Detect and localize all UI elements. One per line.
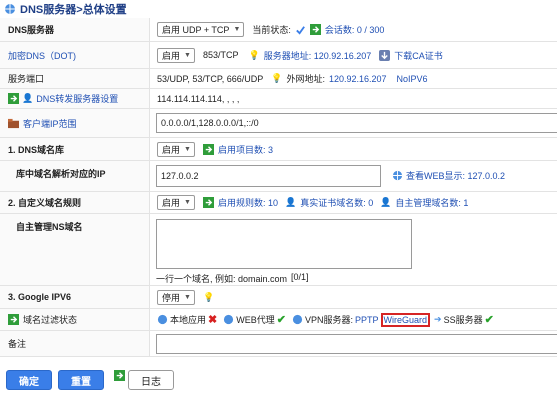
status-label: 当前状态: [252, 25, 291, 35]
check-icon: ✔ [484, 314, 494, 326]
service-port-label: 服务端口 [0, 69, 150, 88]
folder-icon [8, 118, 19, 128]
row-domain-lib: 1. DNS域名库 启用 ▼ 启用项目数: 3 [0, 138, 557, 161]
ss-server-label: SS服务器 [443, 315, 483, 325]
status-ok-icon [296, 26, 305, 35]
dns-server-select-value: 启用 UDP + TCP [162, 25, 230, 35]
self-managed-count-link[interactable]: 自主管理域名数: 1 [395, 196, 468, 209]
arrow-box-icon [8, 314, 19, 325]
download-icon [379, 49, 391, 61]
cross-icon: ✖ [208, 314, 218, 326]
wireguard-link[interactable]: WireGuard [380, 312, 431, 327]
vpn-label: VPN服务器: [304, 315, 353, 325]
custom-rules-select[interactable]: 启用 ▼ [157, 195, 195, 210]
client-ip-input[interactable]: 0.0.0.0/1,128.0.0.0/1,::/0 [156, 113, 557, 133]
external-addr-value: 120.92.16.207 [328, 73, 387, 84]
self-ns-hint: 一行一个域名, 例如: domain.com [156, 274, 288, 284]
local-app-label: 本地应用 [170, 315, 207, 325]
chevron-down-icon: ▼ [184, 51, 191, 59]
row-remark: 备注 [0, 331, 557, 357]
globe-icon [5, 4, 15, 14]
custom-rules-select-value: 启用 [162, 198, 181, 208]
domain-lib-select[interactable]: 启用 ▼ [157, 141, 195, 157]
download-ca-link[interactable]: 下载CA证书 [394, 49, 443, 62]
row-service-port: 服务端口 53/UDP, 53/TCP, 666/UDP 💡 外网地址: 120… [0, 69, 557, 89]
globe-icon [157, 314, 168, 325]
log-button[interactable]: 日志 [128, 370, 174, 390]
row-filter-status: 域名过滤状态 本地应用 ✖ WEB代理 ✔ VPN服务器: PPTP WireG… [0, 309, 557, 331]
arrow-box-icon [202, 197, 214, 208]
domain-lib-label: 1. DNS域名库 [0, 138, 150, 160]
dns-server-label: DNS服务器 [0, 18, 150, 41]
globe-icon [392, 170, 403, 181]
row-forward-servers: 👤 DNS转发服务器设置 114.114.114.114, , , , [0, 89, 557, 109]
resolve-ip-input-value: 127.0.0.2 [161, 171, 199, 181]
reset-button[interactable]: 重置 [58, 370, 104, 390]
no-ipv6-link[interactable]: NoIPV6 [397, 74, 428, 84]
page-title-text: DNS服务器>总体设置 [20, 4, 127, 16]
lightbulb-icon: 💡 [202, 291, 215, 302]
domain-lib-select-value: 启用 [162, 144, 181, 155]
rules-count-link[interactable]: 启用规则数: 10 [218, 196, 278, 209]
encrypted-dns-label[interactable]: 加密DNS（DOT) [0, 42, 150, 68]
external-addr-label: 外网地址: [286, 74, 325, 84]
real-cert-link[interactable]: 真实证书域名数: 0 [300, 196, 373, 209]
encrypted-dns-select-value: 启用 [162, 50, 181, 61]
chevron-down-icon: ▼ [184, 199, 191, 206]
row-resolve-ip: 库中域名解析对应的IP 127.0.0.2 查看WEB显示: 127.0.0.2 [0, 161, 557, 192]
lightbulb-icon: 💡 [271, 73, 283, 83]
ok-button[interactable]: 确定 [6, 370, 52, 390]
remark-input[interactable] [156, 334, 557, 354]
person-icon: 👤 [380, 197, 392, 207]
resolve-ip-label: 库中域名解析对应的IP [0, 161, 150, 191]
custom-rules-label: 2. 自定义域名规则 [0, 192, 150, 213]
dot-port: 853/TCP [202, 50, 239, 60]
arrow-box-icon [202, 143, 214, 155]
row-self-ns: 自主管理NS域名 一行一个域名, 例如: domain.com [0/1] [0, 214, 557, 286]
row-google-ipv6: 3. Google IPV6 停用 ▼ 💡 [0, 286, 557, 309]
self-ns-label: 自主管理NS域名 [0, 214, 150, 285]
self-ns-textarea[interactable] [156, 219, 412, 269]
filter-status-label: 域名过滤状态 [23, 315, 78, 325]
web-display-link[interactable]: 查看WEB显示: 127.0.0.2 [406, 169, 505, 182]
sessions-link[interactable]: 会话数: 0 / 300 [325, 23, 385, 36]
google-ipv6-select-value: 停用 [162, 292, 181, 303]
google-ipv6-select[interactable]: 停用 ▼ [157, 289, 195, 305]
server-address: 服务器地址: 120.92.16.207 [263, 50, 372, 61]
remark-label: 备注 [0, 331, 150, 356]
row-custom-rules: 2. 自定义域名规则 启用 ▼ 启用规则数: 10 👤 真实证书域名数: 0 👤 … [0, 192, 557, 214]
ports-value: 53/UDP, 53/TCP, 666/UDP [157, 73, 264, 84]
forward-servers-link[interactable]: DNS转发服务器设置 [36, 92, 118, 105]
arrow-box-icon [309, 24, 321, 35]
encrypted-dns-select[interactable]: 启用 ▼ [157, 47, 195, 63]
forward-servers-value: 114.114.114.114, , , , [157, 93, 240, 104]
dns-server-select[interactable]: 启用 UDP + TCP ▼ [157, 22, 245, 37]
pptp-link[interactable]: PPTP [355, 315, 379, 325]
arrow-box-icon [114, 370, 125, 381]
row-client-ip: 客户端IP范围 0.0.0.0/1,128.0.0.0/1,::/0 [0, 109, 557, 138]
row-encrypted-dns: 加密DNS（DOT) 启用 ▼ 853/TCP 💡 服务器地址: 120.92.1… [0, 42, 557, 69]
chevron-down-icon: ▼ [233, 26, 241, 33]
resolve-ip-input[interactable]: 127.0.0.2 [156, 165, 381, 187]
arrow-box-icon [8, 93, 19, 104]
self-ns-counter: [0/1] [291, 272, 309, 282]
lightbulb-icon: 💡 [248, 49, 260, 60]
person-icon: 👤 [284, 197, 297, 207]
client-ip-link[interactable]: 客户端IP范围 [23, 117, 77, 130]
check-icon: ✔ [276, 314, 286, 326]
enabled-items-link[interactable]: 启用项目数: 3 [218, 143, 273, 156]
globe-icon [292, 314, 303, 325]
page-title: DNS服务器>总体设置 [0, 0, 557, 18]
chevron-down-icon: ▼ [184, 293, 191, 301]
google-ipv6-label: 3. Google IPV6 [0, 286, 150, 308]
arrow-icon: ➔ [434, 314, 442, 324]
globe-icon [224, 314, 234, 325]
chevron-down-icon: ▼ [184, 145, 191, 153]
row-dns-server: DNS服务器 启用 UDP + TCP ▼ 当前状态: 会话数: 0 / 300 [0, 18, 557, 42]
client-ip-input-value: 0.0.0.0/1,128.0.0.0/1,::/0 [161, 118, 259, 128]
person-icon: 👤 [22, 93, 34, 103]
web-proxy-label: WEB代理 [236, 315, 275, 325]
